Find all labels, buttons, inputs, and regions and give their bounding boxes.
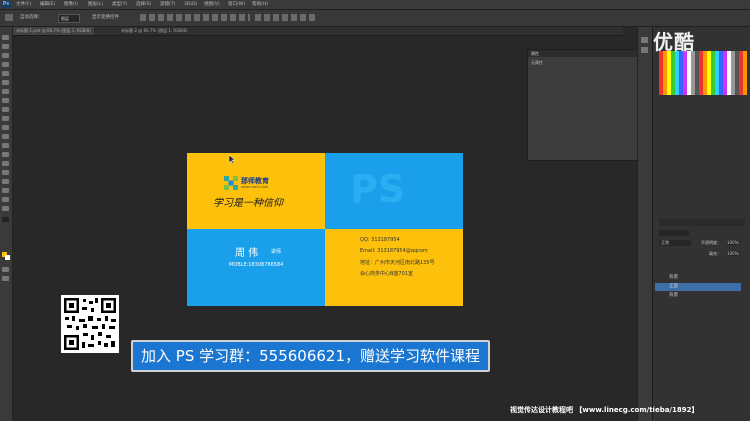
menu-select[interactable]: 选择(S) bbox=[136, 0, 151, 9]
card-bottom-right: QQ: 313187954 Email: 313187954@qqcom 地址：… bbox=[325, 229, 463, 306]
address-line-2: 会心商务中心B座701室 bbox=[360, 271, 413, 277]
menu-help[interactable]: 帮助(H) bbox=[252, 0, 268, 9]
properties-panel-header[interactable]: 属性 bbox=[528, 50, 638, 57]
qq-number: QQ: 313187954 bbox=[360, 237, 400, 243]
swatches-grid[interactable] bbox=[659, 51, 747, 95]
blur-tool-icon[interactable] bbox=[2, 143, 9, 148]
layer-filter[interactable] bbox=[659, 230, 689, 236]
screen-mode-icon[interactable] bbox=[2, 276, 9, 281]
document-tabs: 未标题-1.psd @ 66.7% (图层 1, RGB/8) 未标题-2 @ … bbox=[13, 27, 623, 36]
brush-tool-icon[interactable] bbox=[2, 98, 9, 103]
tab-document-2[interactable]: 未标题-2 @ 66.7% (图层 1, RGB/8) bbox=[118, 27, 191, 35]
tab-document-1[interactable]: 未标题-1.psd @ 66.7% (图层 1, RGB/8) bbox=[13, 27, 94, 35]
align-buttons[interactable] bbox=[140, 14, 250, 21]
card-bottom-left: 周 伟 讲师 MOBLE:18308786584 bbox=[187, 229, 325, 306]
panel-dock bbox=[637, 27, 652, 421]
fill-label: 填充： bbox=[709, 251, 721, 256]
background-color-swatch[interactable] bbox=[5, 255, 10, 260]
layer-row[interactable]: 背景 bbox=[655, 274, 741, 282]
healing-tool-icon[interactable] bbox=[2, 89, 9, 94]
menu-edit[interactable]: 编辑(E) bbox=[40, 0, 55, 9]
menu-file[interactable]: 文件(F) bbox=[16, 0, 31, 9]
eyedropper-tool-icon[interactable] bbox=[2, 80, 9, 85]
path-select-tool-icon[interactable] bbox=[2, 179, 9, 184]
properties-panel-subtitle: 无属性 bbox=[531, 60, 543, 65]
layer-row[interactable]: 背景 bbox=[655, 292, 741, 300]
mobile-number: MOBLE:18308786584 bbox=[229, 262, 284, 268]
qr-code-image bbox=[64, 298, 116, 350]
type-tool-icon[interactable] bbox=[2, 170, 9, 175]
actions-icon[interactable] bbox=[641, 47, 648, 53]
menu-layer[interactable]: 图层(L) bbox=[88, 0, 103, 9]
menu-3d[interactable]: 3D(D) bbox=[184, 0, 197, 9]
pen-tool-icon[interactable] bbox=[2, 161, 9, 166]
crop-tool-icon[interactable] bbox=[2, 71, 9, 76]
card-top-right: PS bbox=[325, 153, 463, 229]
hand-tool-icon[interactable] bbox=[2, 197, 9, 202]
auto-select-target[interactable]: 图层 bbox=[58, 14, 80, 23]
person-title: 讲师 bbox=[271, 249, 282, 255]
opacity-label: 不透明度： bbox=[701, 240, 721, 245]
cursor-icon bbox=[228, 154, 236, 164]
promo-banner-text: 加入 PS 学习群：555606621，赠送学习软件课程 bbox=[141, 347, 480, 365]
company-url: www.nashi.com bbox=[241, 185, 269, 189]
extra-tools-icon[interactable] bbox=[2, 217, 9, 222]
qr-code bbox=[61, 295, 119, 353]
zoom-tool-icon[interactable] bbox=[2, 206, 9, 211]
card-top-left: 那师教育 www.nashi.com 学习是一种信仰 bbox=[187, 153, 325, 229]
move-tool-icon[interactable] bbox=[2, 35, 9, 40]
history-brush-tool-icon[interactable] bbox=[2, 116, 9, 121]
menu-window[interactable]: 窗口(W) bbox=[228, 0, 245, 9]
quick-mask-icon[interactable] bbox=[2, 267, 9, 272]
properties-panel: 属性 无属性 bbox=[527, 49, 639, 161]
distribute-buttons[interactable] bbox=[255, 14, 315, 21]
company-logo-icon bbox=[224, 176, 238, 190]
promo-banner: 加入 PS 学习群：555606621，赠送学习软件课程 bbox=[131, 340, 490, 372]
ps-logo-icon: Ps bbox=[1, 1, 11, 8]
eraser-tool-icon[interactable] bbox=[2, 125, 9, 130]
email: Email: 313187954@qqcom bbox=[360, 248, 428, 254]
menu-view[interactable]: 视图(V) bbox=[204, 0, 220, 9]
business-card[interactable]: 那师教育 www.nashi.com 学习是一种信仰 PS 周 伟 讲师 MOB… bbox=[187, 153, 463, 306]
menu-image[interactable]: 图像(I) bbox=[64, 0, 78, 9]
menu-filter[interactable]: 滤镜(T) bbox=[160, 0, 175, 9]
menu-type[interactable]: 类型(Y) bbox=[112, 0, 127, 9]
blend-mode-select[interactable]: 正常 bbox=[659, 240, 691, 246]
slogan: 学习是一种信仰 bbox=[213, 198, 283, 209]
quick-select-tool-icon[interactable] bbox=[2, 62, 9, 67]
menu-bar: Ps 文件(F) 编辑(E) 图像(I) 图层(L) 类型(Y) 选择(S) 滤… bbox=[0, 0, 750, 10]
tools-panel bbox=[0, 27, 13, 421]
show-transform-label[interactable]: 显示变换控件 bbox=[92, 14, 119, 20]
lasso-tool-icon[interactable] bbox=[2, 53, 9, 58]
marquee-tool-icon[interactable] bbox=[2, 44, 9, 49]
move-tool-icon[interactable] bbox=[5, 14, 13, 21]
options-bar: 自动选择： 图层 显示变换控件 bbox=[0, 10, 750, 27]
dodge-tool-icon[interactable] bbox=[2, 152, 9, 157]
layers-panel-header[interactable] bbox=[659, 219, 745, 226]
gradient-tool-icon[interactable] bbox=[2, 134, 9, 139]
auto-select-label: 自动选择： bbox=[20, 15, 43, 20]
right-panels: 正常 不透明度： 100% 填充： 100% bbox=[652, 27, 750, 421]
ps-mark: PS bbox=[350, 167, 406, 211]
history-icon[interactable] bbox=[641, 37, 648, 43]
layer-row-selected[interactable]: 正面 bbox=[655, 283, 741, 291]
opacity-value[interactable]: 100% bbox=[727, 240, 739, 245]
fill-value[interactable]: 100% bbox=[727, 251, 739, 256]
stamp-tool-icon[interactable] bbox=[2, 107, 9, 112]
address: 地址：广州市天河区南北路135号 bbox=[360, 260, 435, 266]
person-name: 周 伟 bbox=[235, 248, 259, 259]
watermark-text: 视觉传达设计教程吧 【www.linecg.com/tieba/1892】 bbox=[510, 406, 699, 414]
shape-tool-icon[interactable] bbox=[2, 188, 9, 193]
youku-logo: 优酷 bbox=[653, 30, 695, 54]
properties-panel-title: 属性 bbox=[531, 51, 539, 56]
